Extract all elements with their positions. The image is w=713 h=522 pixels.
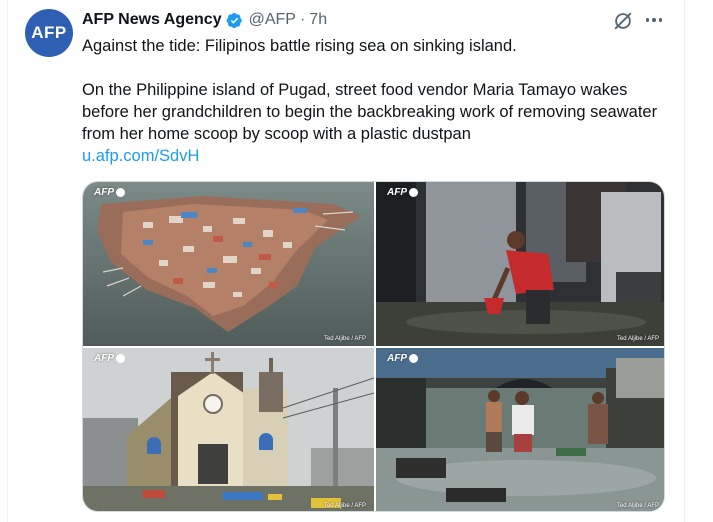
grok-icon[interactable] <box>612 10 634 32</box>
afp-watermark: AFP <box>387 187 418 198</box>
afp-watermark: AFP <box>387 353 418 364</box>
verified-badge-icon <box>226 12 242 28</box>
article-link[interactable]: u.afp.com/SdvH <box>82 145 199 167</box>
tweet-header: AFP News Agency @AFP · 7h <box>82 10 327 30</box>
photo-flooded-church[interactable]: AFP Ted Aljibe / AFP <box>83 348 374 511</box>
photo-credit: Ted Aljibe / AFP <box>616 503 659 509</box>
media-grid: AFP Ted Aljibe / AFP AFP Ted Aljibe / AF… <box>82 181 665 512</box>
author-name[interactable]: AFP News Agency <box>82 11 222 29</box>
afp-watermark: AFP <box>94 353 125 364</box>
photo-aerial-island[interactable]: AFP Ted Aljibe / AFP <box>83 182 374 346</box>
indoor-scooping-image <box>376 182 664 346</box>
separator-dot: · <box>299 11 306 28</box>
photo-indoor-scooping[interactable]: AFP Ted Aljibe / AFP <box>376 182 664 346</box>
timestamp[interactable]: 7h <box>309 11 327 29</box>
photo-credit: Ted Aljibe / AFP <box>323 503 366 509</box>
flooded-church-image <box>83 348 374 511</box>
aerial-island-image <box>83 182 374 346</box>
avatar-label: AFP <box>31 23 67 42</box>
more-icon[interactable] <box>641 12 667 28</box>
afp-watermark: AFP <box>94 187 125 198</box>
flooded-street-image <box>376 348 664 511</box>
photo-credit: Ted Aljibe / AFP <box>323 336 366 342</box>
right-border <box>684 0 685 522</box>
photo-credit: Ted Aljibe / AFP <box>616 336 659 342</box>
avatar[interactable]: AFP <box>25 9 73 57</box>
left-border <box>7 0 8 522</box>
photo-flooded-street[interactable]: AFP Ted Aljibe / AFP <box>376 348 664 511</box>
author-handle[interactable]: @AFP <box>249 11 296 29</box>
tweet-text: Against the tide: Filipinos battle risin… <box>82 35 672 167</box>
tweet-body: On the Philippine island of Pugad, stree… <box>82 81 658 143</box>
tweet-headline: Against the tide: Filipinos battle risin… <box>82 37 517 55</box>
